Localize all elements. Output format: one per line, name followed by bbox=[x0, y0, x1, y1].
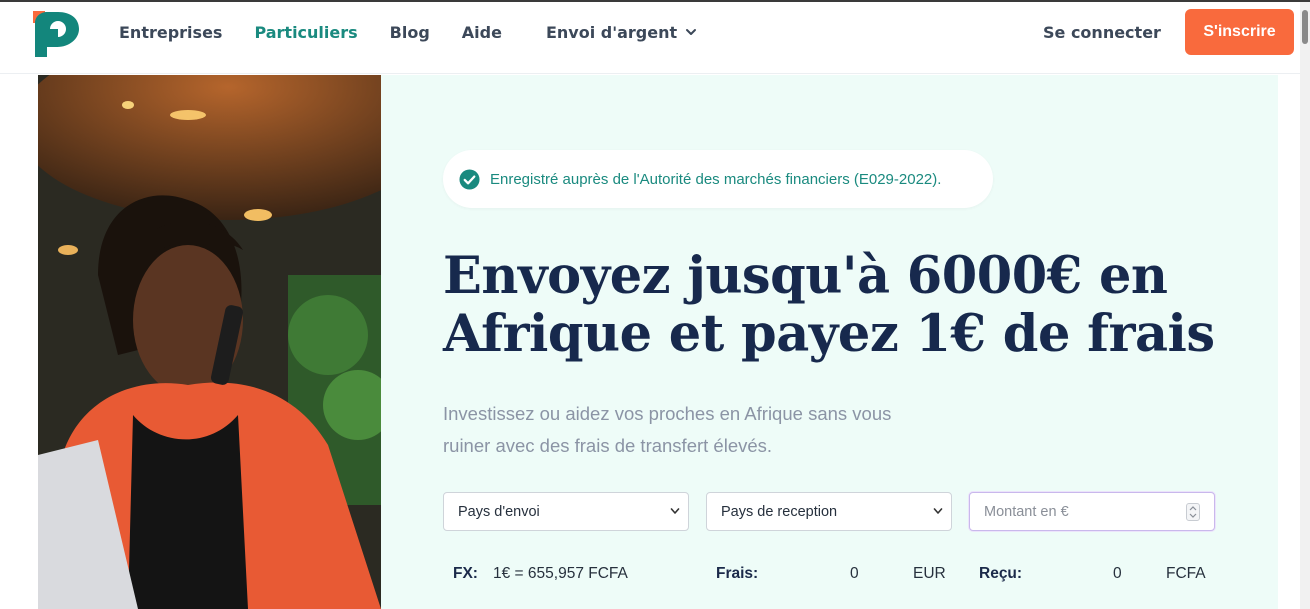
signup-button[interactable]: S'inscrire bbox=[1185, 9, 1294, 55]
hero-section: Enregistré auprès de l'Autorité des marc… bbox=[381, 75, 1278, 609]
woman-on-phone-image bbox=[38, 75, 381, 609]
fx-label: FX: bbox=[453, 565, 478, 582]
nav-particuliers[interactable]: Particuliers bbox=[254, 23, 357, 42]
login-link[interactable]: Se connecter bbox=[1043, 23, 1161, 42]
number-stepper-icon[interactable] bbox=[1186, 503, 1200, 521]
received-value: 0 bbox=[1113, 565, 1122, 582]
amount-field[interactable] bbox=[969, 492, 1215, 531]
chevron-down-icon bbox=[670, 508, 680, 514]
nav-envoi-label: Envoi d'argent bbox=[545, 22, 678, 42]
received-currency: FCFA bbox=[1166, 565, 1206, 582]
site-header: Entreprises Particuliers Blog Aide Envoi… bbox=[0, 2, 1300, 74]
send-country-value: Pays d'envoi bbox=[458, 503, 540, 520]
amount-input[interactable] bbox=[984, 503, 1164, 520]
receive-country-value: Pays de reception bbox=[721, 503, 838, 520]
nav-blog[interactable]: Blog bbox=[390, 23, 430, 42]
page-title: Envoyez jusqu'à 6000€ en Afrique et paye… bbox=[443, 247, 1243, 363]
received-label: Reçu: bbox=[979, 565, 1023, 582]
subtitle-line-1: Investissez ou aidez vos proches en Afri… bbox=[443, 403, 892, 424]
subtitle-line-2: ruiner avec des frais de transfert élevé… bbox=[443, 435, 773, 456]
chevron-down-icon bbox=[933, 508, 943, 514]
title-line-1: Envoyez jusqu'à 6000€ en bbox=[443, 246, 1168, 306]
send-country-select[interactable]: Pays d'envoi bbox=[443, 492, 689, 531]
nav-envoi-dropdown[interactable]: Envoi d'argent bbox=[546, 23, 697, 42]
hero-subtitle: Investissez ou aidez vos proches en Afri… bbox=[443, 398, 903, 462]
nav-aide[interactable]: Aide bbox=[462, 23, 502, 42]
main-nav: Entreprises Particuliers Blog Aide Envoi… bbox=[119, 2, 729, 62]
nav-entreprises[interactable]: Entreprises bbox=[119, 23, 222, 42]
chevron-down-icon bbox=[686, 29, 697, 35]
scrollbar-thumb[interactable] bbox=[1302, 10, 1308, 44]
receive-country-select[interactable]: Pays de reception bbox=[706, 492, 952, 531]
check-circle-icon bbox=[459, 168, 480, 190]
fees-value: 0 bbox=[850, 565, 859, 582]
regulation-badge: Enregistré auprès de l'Autorité des marc… bbox=[443, 150, 993, 208]
hero-photo bbox=[38, 75, 381, 609]
badge-text: Enregistré auprès de l'Autorité des marc… bbox=[490, 170, 942, 188]
fees-currency: EUR bbox=[913, 565, 946, 582]
brand-logo[interactable] bbox=[33, 11, 81, 57]
fees-label: Frais: bbox=[716, 565, 759, 582]
title-line-2: Afrique et payez 1€ de frais bbox=[443, 304, 1215, 364]
fx-value: 1€ = 655,957 FCFA bbox=[493, 565, 628, 582]
page-scrollbar[interactable] bbox=[1300, 2, 1310, 609]
